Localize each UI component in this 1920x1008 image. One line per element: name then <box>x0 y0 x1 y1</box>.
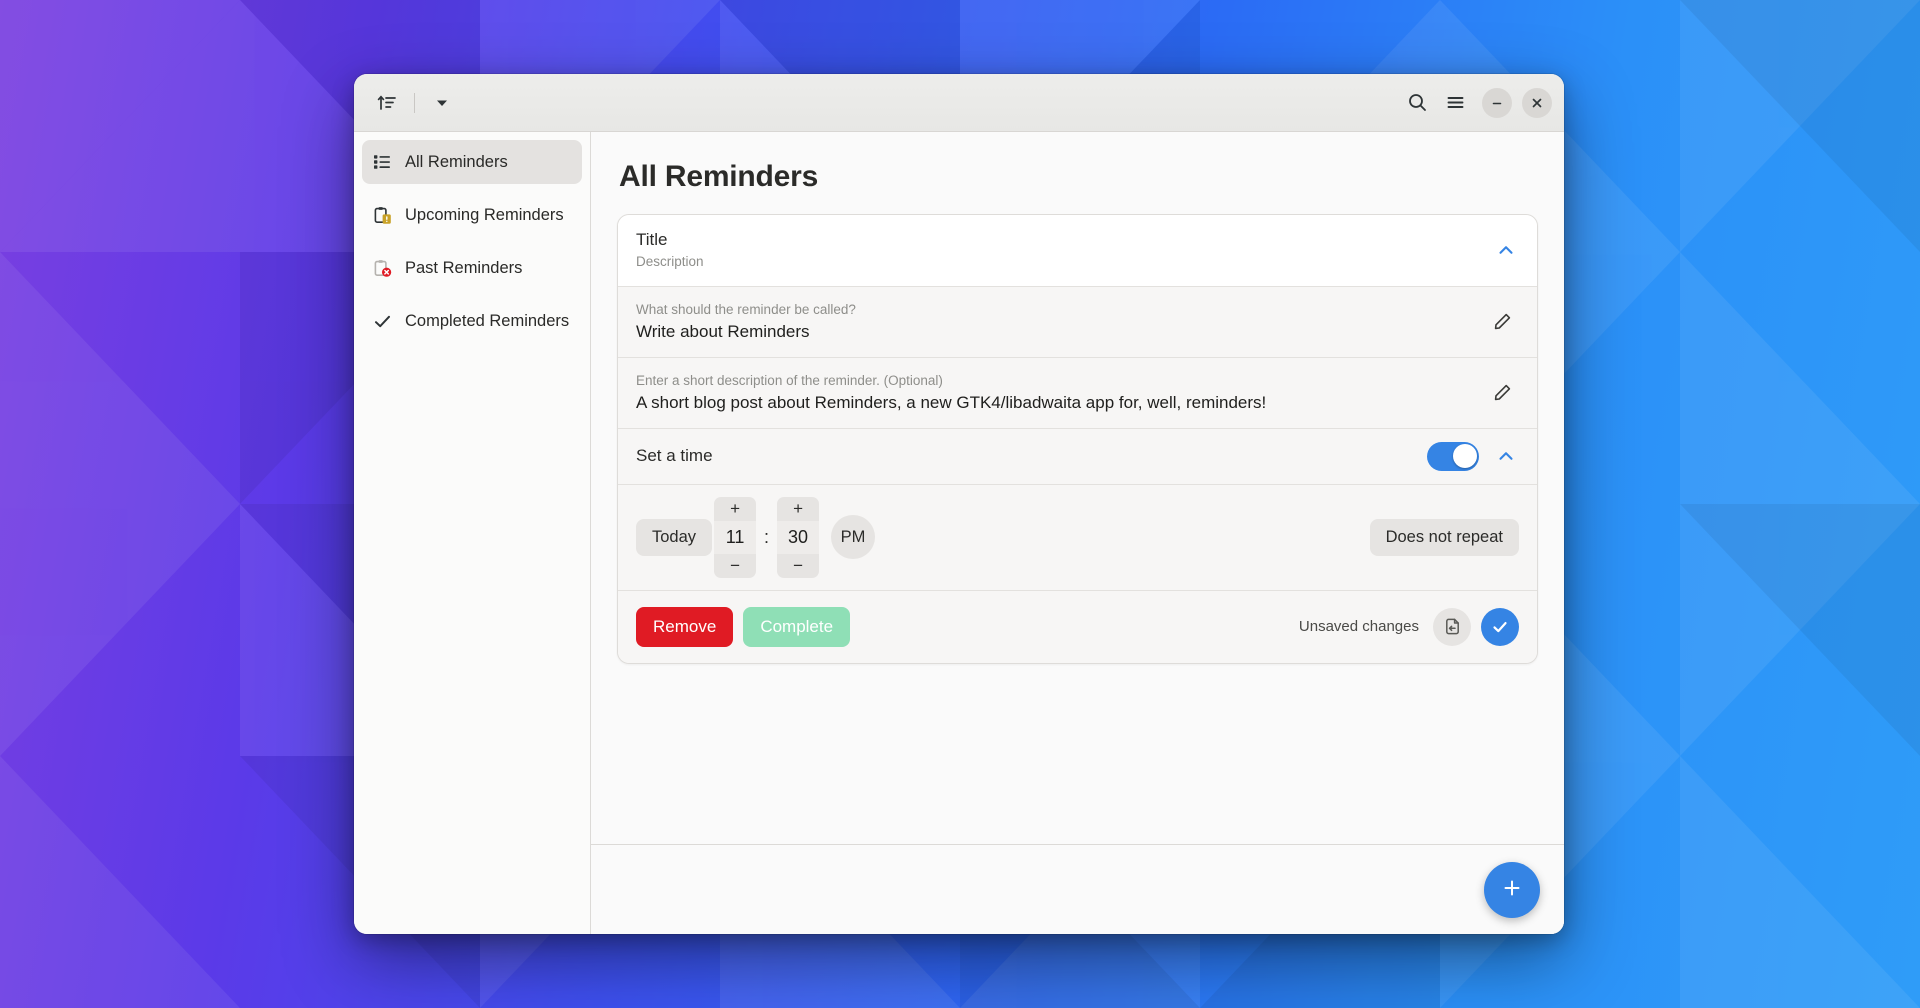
reminder-description: Description <box>636 253 704 269</box>
desktop-wallpaper: All Reminders Upcoming Reminders Past Re… <box>0 0 1920 1008</box>
reminder-title-caption: What should the reminder be called? <box>636 301 856 317</box>
repeat-button[interactable]: Does not repeat <box>1369 518 1519 556</box>
status-badge: Unsaved changes <box>1298 618 1419 636</box>
document-revert-icon[interactable] <box>1433 607 1471 646</box>
hamburger-menu-icon[interactable] <box>1438 86 1472 120</box>
complete-button[interactable]: Complete <box>743 606 851 647</box>
sidebar-item-all-reminders[interactable]: All Reminders <box>362 140 582 184</box>
reminder-description-value: A short blog post about Reminders, a new… <box>636 392 1267 412</box>
hour-stepper: + 11 − <box>714 496 757 578</box>
time-picker-row: Today + 11 − : + 30 − PM Does not repeat <box>618 485 1537 591</box>
reminder-title-field-row[interactable]: What should the reminder be called? Writ… <box>618 287 1537 358</box>
chevron-up-icon[interactable] <box>1493 240 1519 260</box>
clipboard-warning-icon <box>372 205 392 225</box>
reminder-description-field: Enter a short description of the reminde… <box>636 371 1485 415</box>
sidebar-item-completed-reminders[interactable]: Completed Reminders <box>362 299 582 343</box>
minute-increment-button[interactable]: + <box>777 496 820 521</box>
set-time-toggle[interactable] <box>1427 441 1479 471</box>
header-divider <box>414 92 415 113</box>
sidebar-item-label: Past Reminders <box>405 258 523 277</box>
reminder-title: Title <box>636 230 668 249</box>
sidebar-item-upcoming-reminders[interactable]: Upcoming Reminders <box>362 193 582 237</box>
reminder-card-header[interactable]: Title Description <box>618 215 1537 287</box>
confirm-button[interactable] <box>1481 607 1519 646</box>
pencil-icon[interactable] <box>1485 376 1519 410</box>
remove-button[interactable]: Remove <box>636 606 734 647</box>
time-separator: : <box>764 526 770 547</box>
hour-value[interactable]: 11 <box>714 520 757 554</box>
minute-value[interactable]: 30 <box>777 520 820 554</box>
plus-icon <box>1501 877 1523 902</box>
minute-decrement-button[interactable]: − <box>777 553 820 578</box>
page-title: All Reminders <box>619 160 819 193</box>
search-icon[interactable] <box>1400 86 1434 120</box>
content-area: All Reminders Title Description What sho… <box>591 132 1564 934</box>
reminder-action-bar: Remove Complete Unsaved changes <box>618 590 1537 663</box>
add-reminder-button[interactable] <box>1484 861 1540 918</box>
app-window: All Reminders Upcoming Reminders Past Re… <box>354 74 1564 934</box>
sidebar-item-label: Upcoming Reminders <box>405 205 564 224</box>
sidebar: All Reminders Upcoming Reminders Past Re… <box>354 132 591 934</box>
sidebar-item-past-reminders[interactable]: Past Reminders <box>362 246 582 290</box>
hour-decrement-button[interactable]: − <box>714 553 757 578</box>
sort-ascending-icon[interactable] <box>370 86 404 120</box>
minute-stepper: + 30 − <box>777 496 820 578</box>
set-time-row[interactable]: Set a time <box>618 429 1537 485</box>
window-body: All Reminders Upcoming Reminders Past Re… <box>354 132 1564 934</box>
reminder-title-value: Write about Reminders <box>636 321 810 341</box>
meridiem-button[interactable]: PM <box>831 515 876 560</box>
chevron-down-icon[interactable] <box>425 86 459 120</box>
pencil-icon[interactable] <box>1485 305 1519 339</box>
date-today-button[interactable]: Today <box>636 518 713 556</box>
sidebar-item-label: Completed Reminders <box>405 311 570 330</box>
reminder-card-header-text: Title Description <box>636 229 1493 272</box>
reminder-description-caption: Enter a short description of the reminde… <box>636 372 943 388</box>
reminder-card: Title Description What should the remind… <box>617 214 1538 664</box>
reminder-description-field-row[interactable]: Enter a short description of the reminde… <box>618 358 1537 429</box>
content-scroll: All Reminders Title Description What sho… <box>591 132 1564 844</box>
sidebar-item-label: All Reminders <box>405 152 508 171</box>
bottom-bar <box>591 844 1564 934</box>
header-bar <box>354 74 1564 132</box>
clipboard-overdue-icon <box>372 258 392 278</box>
list-bullet-icon <box>372 152 392 172</box>
reminder-title-field: What should the reminder be called? Writ… <box>636 300 1485 344</box>
set-time-label: Set a time <box>636 445 713 465</box>
minimize-button[interactable] <box>1482 87 1512 118</box>
check-icon <box>372 311 392 331</box>
hour-increment-button[interactable]: + <box>714 496 757 521</box>
close-button[interactable] <box>1522 87 1552 118</box>
chevron-up-icon[interactable] <box>1493 446 1519 466</box>
set-time-label-wrap: Set a time <box>636 445 1427 468</box>
toggle-knob <box>1452 444 1477 469</box>
